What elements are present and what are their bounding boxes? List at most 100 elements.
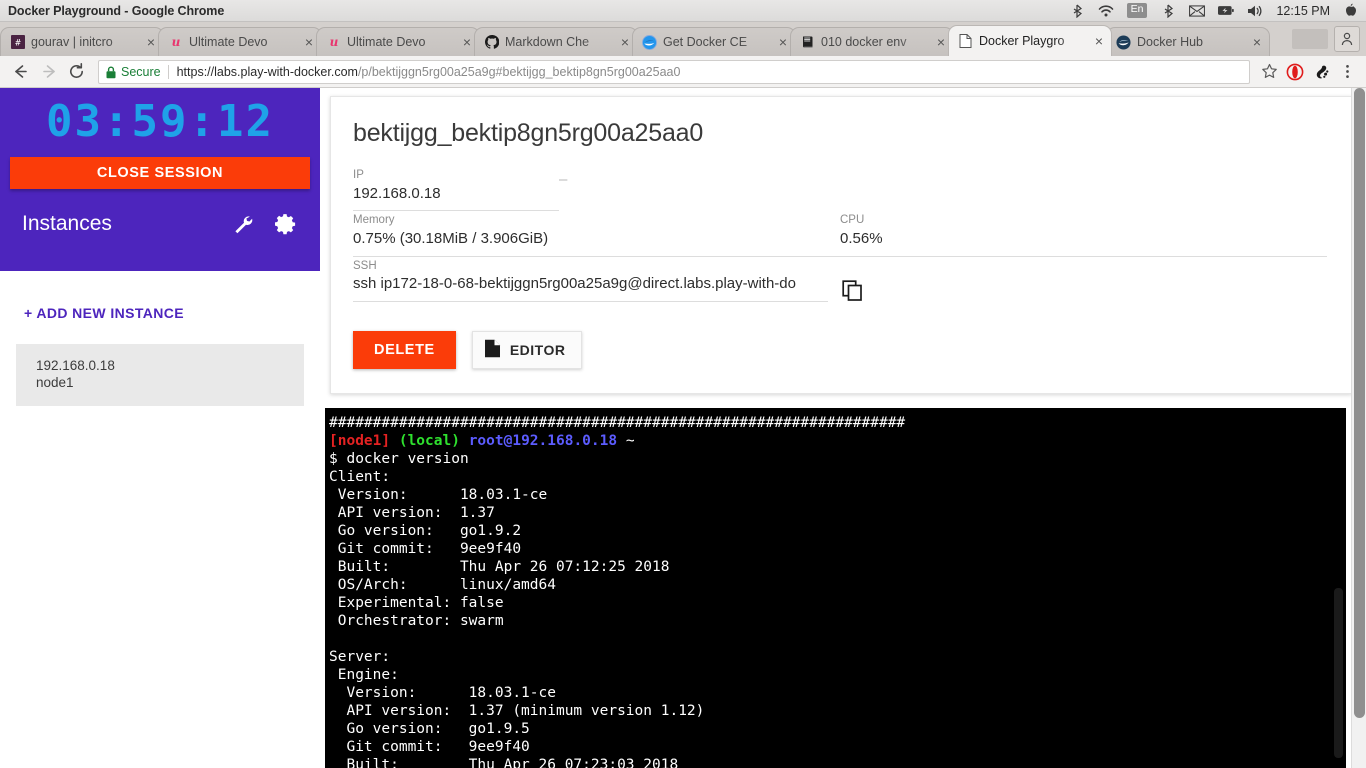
editor-label: EDITOR [509, 341, 566, 358]
terminal-line: Version: 18.03.1-ce [329, 486, 1346, 504]
close-icon[interactable]: × [1091, 33, 1107, 49]
profile-avatar[interactable] [1334, 26, 1360, 52]
bluetooth-icon[interactable] [1160, 3, 1176, 19]
close-icon[interactable]: × [775, 34, 791, 50]
terminal-scrollbar[interactable] [1331, 408, 1346, 768]
page-scrollbar-thumb[interactable] [1354, 88, 1365, 718]
browser-tab[interactable]: Get Docker CE × [632, 27, 796, 56]
close-session-button[interactable]: CLOSE SESSION [10, 157, 310, 189]
editor-button[interactable]: EDITOR [471, 330, 583, 369]
keyboard-language-indicator[interactable]: En [1126, 3, 1148, 18]
back-arrow-icon[interactable] [6, 58, 34, 86]
browser-tab[interactable]: 010 docker env × [790, 27, 954, 56]
session-timer: 03:59:12 [46, 96, 274, 147]
opera-extension-icon[interactable] [1282, 59, 1308, 85]
terminal-segment: Client: [329, 469, 391, 485]
new-tab-button[interactable] [1292, 29, 1328, 49]
memory-value: 0.75% (30.18MiB / 3.906GiB) [353, 228, 840, 257]
forward-arrow-icon[interactable] [34, 58, 62, 86]
terminal-segment: Version: 18.03.1-ce [329, 487, 548, 503]
address-bar[interactable]: Secure https://labs.play-with-docker.com… [98, 59, 1250, 84]
hash-icon: # [10, 35, 25, 50]
terminal-line: Version: 18.03.1-ce [329, 684, 1346, 702]
terminal-segment: Built: Thu Apr 26 07:12:25 2018 [329, 559, 670, 575]
terminal-line: Client: [329, 468, 1346, 486]
browser-tab-strip: # gourav | initcro × u Ultimate Devo × u… [0, 22, 1366, 56]
terminal-segment: ########################################… [329, 415, 906, 431]
browser-tab[interactable]: u Ultimate Devo × [316, 27, 480, 56]
ip-field[interactable]: IP 192.168.0.18 [353, 169, 559, 214]
power-icon[interactable] [1343, 3, 1359, 19]
tab-title: Get Docker CE [663, 35, 748, 49]
udemy-icon: u [168, 35, 183, 50]
add-new-instance-button[interactable]: + ADD NEW INSTANCE [0, 271, 320, 321]
battery-icon[interactable] [1218, 3, 1235, 19]
close-icon[interactable]: × [617, 34, 633, 50]
tab-title: gourav | initcro [31, 35, 113, 49]
terminal-segment: Git commit: 9ee9f40 [329, 541, 522, 557]
terminal-scrollbar-thumb[interactable] [1334, 588, 1343, 758]
browser-tab[interactable]: # gourav | initcro × [0, 27, 164, 56]
terminal-line: OS/Arch: linux/amd64 [329, 576, 1346, 594]
browser-tab-active[interactable]: Docker Playgro × [948, 25, 1112, 56]
browser-tab[interactable]: u Ultimate Devo × [158, 27, 322, 56]
close-icon[interactable]: × [143, 34, 159, 50]
terminal-line: $ docker version [329, 450, 1346, 468]
system-tray: En 12:15 PM [1069, 0, 1366, 22]
github-icon [484, 35, 499, 50]
sidebar-header: 03:59:12 CLOSE SESSION Instances [0, 88, 320, 271]
volume-icon[interactable] [1247, 3, 1263, 19]
memory-field[interactable]: Memory 0.75% (30.18MiB / 3.906GiB) [353, 214, 840, 259]
docker-docs-icon [642, 34, 657, 50]
secure-label: Secure [121, 64, 161, 79]
gear-icon[interactable] [272, 211, 298, 237]
terminal-segment: Experimental: false [329, 595, 504, 611]
book-icon [800, 35, 815, 50]
terminal-segment: root@192.168.0.18 [468, 433, 618, 449]
close-icon[interactable]: × [459, 34, 475, 50]
bluetooth-icon[interactable] [1069, 3, 1085, 19]
mail-icon[interactable] [1189, 3, 1206, 19]
terminal-line: [node1] (local) root@192.168.0.18 ~ [329, 432, 1346, 450]
close-icon[interactable]: × [301, 34, 317, 50]
svg-text:u: u [171, 35, 180, 49]
url-text: https://labs.play-with-docker.com/p/bekt… [177, 65, 681, 79]
window-title: Docker Playground - Google Chrome [8, 3, 225, 18]
terminal-segment [390, 433, 399, 449]
terminal-line: Experimental: false [329, 594, 1346, 612]
wifi-icon[interactable] [1098, 3, 1114, 19]
terminal-output[interactable]: ########################################… [325, 408, 1346, 768]
field-row-ip: IP 192.168.0.18 – [353, 169, 1329, 214]
cpu-field[interactable]: CPU 0.56% [840, 214, 1327, 259]
star-icon[interactable] [1256, 59, 1282, 85]
ssh-field[interactable]: SSH ssh ip172-18-0-68-bektijggn5rg00a25a… [353, 260, 828, 305]
tab-title: Ultimate Devo [347, 35, 426, 49]
udemy-icon: u [326, 35, 341, 50]
page-content: 03:59:12 CLOSE SESSION Instances + ADD N… [0, 88, 1366, 768]
reload-icon[interactable] [62, 58, 90, 86]
instance-fields: IP 192.168.0.18 – Memory 0.75% (30.18MiB… [353, 169, 1329, 305]
ip-value: 192.168.0.18 [353, 183, 559, 212]
svg-text:u: u [329, 35, 338, 49]
delete-button[interactable]: DELETE [353, 330, 456, 369]
copy-icon[interactable] [840, 279, 864, 303]
clock[interactable]: 12:15 PM [1276, 4, 1330, 18]
terminal-line: ########################################… [329, 414, 1346, 432]
close-icon[interactable]: × [1249, 34, 1265, 50]
terminal-line: Server: [329, 648, 1346, 666]
blank-value: – [559, 171, 568, 188]
instance-list-item[interactable]: 192.168.0.18 node1 [16, 344, 304, 406]
browser-tab[interactable]: Markdown Che × [474, 27, 638, 56]
browser-tab[interactable]: Docker Hub × [1106, 27, 1270, 56]
page-scrollbar[interactable] [1351, 88, 1366, 768]
close-icon[interactable]: × [933, 34, 949, 50]
wrench-icon[interactable] [230, 211, 256, 237]
terminal-line: Built: Thu Apr 26 07:12:25 2018 [329, 558, 1346, 576]
kebab-menu-icon[interactable] [1334, 59, 1360, 85]
terminal-line: Built: Thu Apr 26 07:23:03 2018 [329, 756, 1346, 768]
terminal-segment: (local) [398, 433, 460, 449]
os-title-bar: Docker Playground - Google Chrome En 12:… [0, 0, 1366, 22]
gnome-foot-icon[interactable] [1308, 59, 1334, 85]
terminal-line: Git commit: 9ee9f40 [329, 540, 1346, 558]
instances-header-row: Instances [0, 189, 320, 237]
